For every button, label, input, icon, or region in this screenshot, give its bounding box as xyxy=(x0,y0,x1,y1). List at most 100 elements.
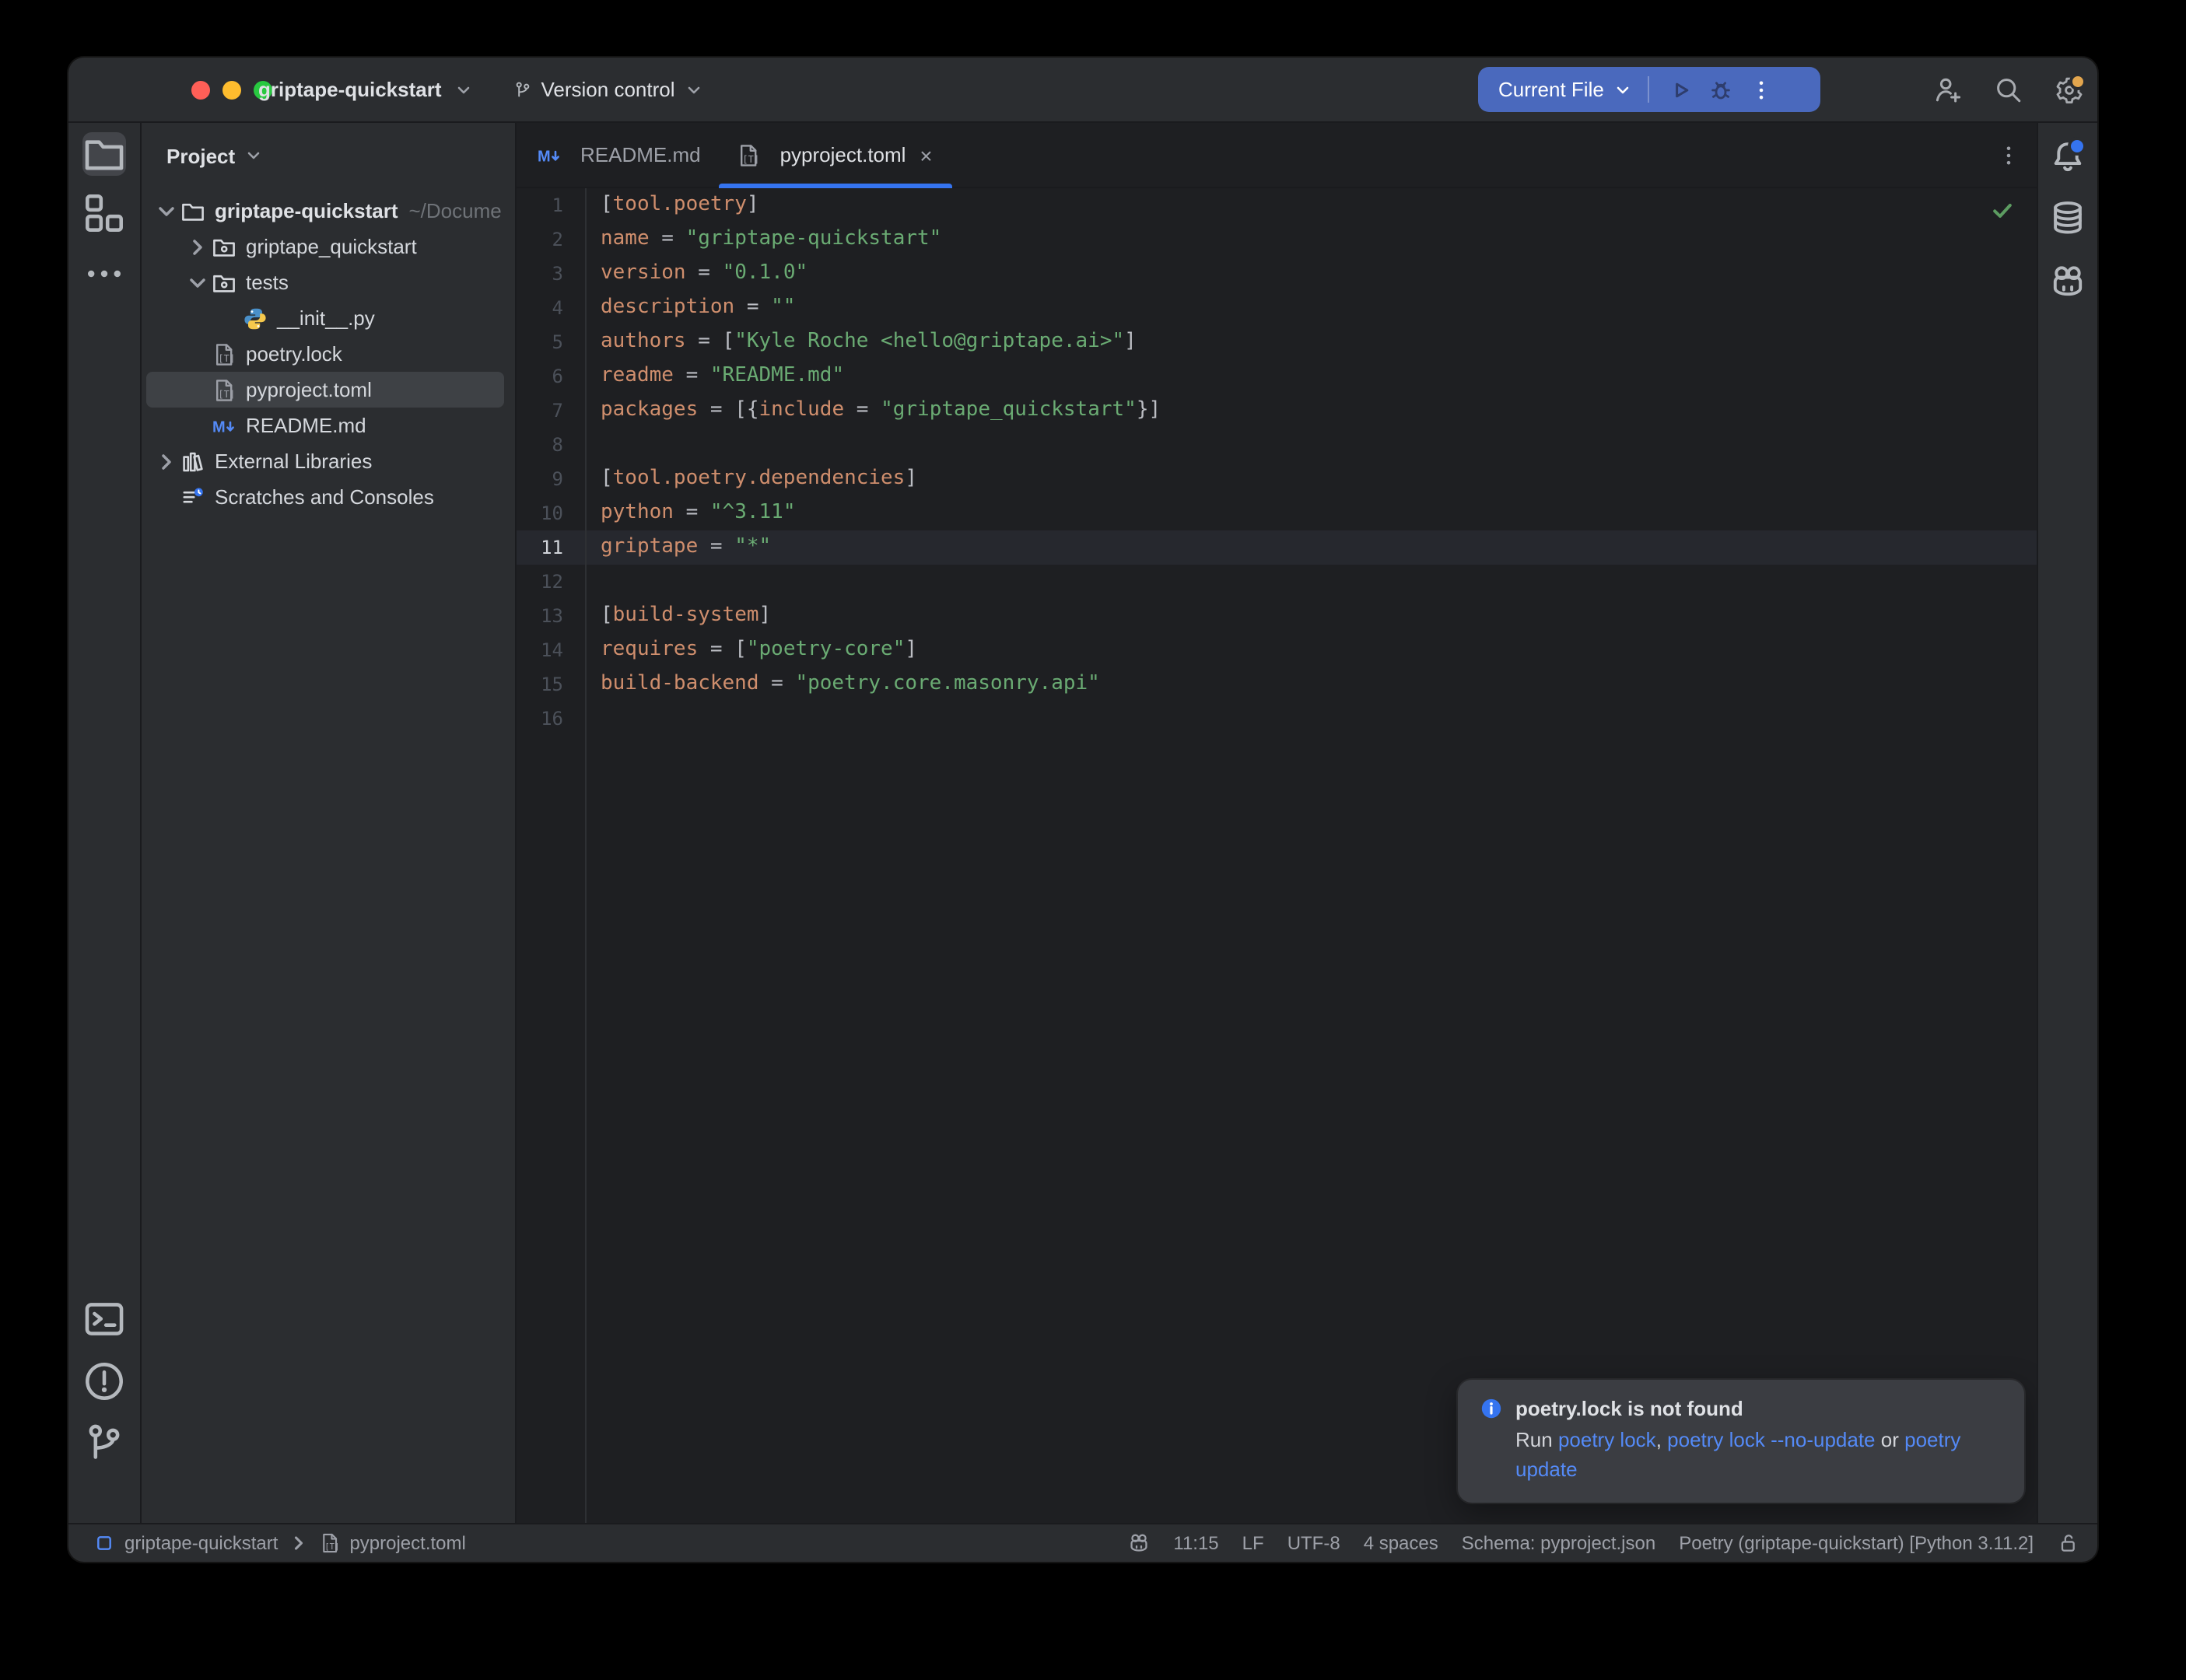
chevron-down-icon xyxy=(244,146,263,165)
tree-item--init-py[interactable]: __init__.py xyxy=(142,300,515,336)
run-more-options-button[interactable] xyxy=(1741,72,1781,107)
run-widget[interactable]: Current File xyxy=(1478,67,1820,112)
tree-item-label: tests xyxy=(246,271,289,294)
notification-link[interactable]: poetry lock xyxy=(1558,1428,1656,1451)
database-icon[interactable] xyxy=(2049,199,2086,236)
more-icon[interactable] xyxy=(82,252,126,296)
status-text: pyproject.toml xyxy=(349,1532,465,1554)
structure-icon[interactable] xyxy=(82,191,126,235)
status-text: griptape-quickstart xyxy=(124,1532,278,1554)
svg-text:[T]: [T] xyxy=(218,388,235,399)
tree-item-label: Scratches and Consoles xyxy=(215,485,434,509)
status-schema-[interactable]: Schema: pyproject.json xyxy=(1462,1532,1655,1554)
debug-button[interactable] xyxy=(1701,72,1741,107)
status-poetry[interactable]: Poetry (griptape-quickstart) [Python 3.1… xyxy=(1679,1532,2034,1554)
line-number: 7 xyxy=(517,394,563,428)
code-line-1: 1 [tool.poetry] xyxy=(517,188,2037,222)
tree-item-tests[interactable]: tests xyxy=(142,264,515,300)
code-text: [tool.poetry.dependencies] xyxy=(601,462,917,496)
divider xyxy=(1648,76,1649,103)
code-line-11: 11griptape = "*" xyxy=(517,530,2037,565)
tree-item-pyproject-toml[interactable]: [T]pyproject.toml xyxy=(142,372,515,408)
unlock-widget[interactable] xyxy=(2057,1532,2079,1554)
toml-widget[interactable]: [T] xyxy=(318,1532,340,1554)
svg-text:[T]: [T] xyxy=(218,352,235,363)
tree-item-griptape-quickstart[interactable]: griptape-quickstart~/Docume xyxy=(142,193,515,229)
status-utf-8[interactable]: UTF-8 xyxy=(1287,1532,1340,1554)
tab-readme-md[interactable]: MREADME.md xyxy=(520,123,716,187)
close-icon[interactable]: × xyxy=(915,144,937,166)
code-line-3: 3version = "0.1.0" xyxy=(517,257,2037,291)
vcs-branch-icon[interactable] xyxy=(82,1422,126,1465)
info-icon xyxy=(1480,1397,1503,1420)
settings-gear-icon[interactable] xyxy=(2054,74,2085,105)
notification-link[interactable]: poetry lock --no-update xyxy=(1667,1428,1875,1451)
line-number: 16 xyxy=(517,702,563,736)
crumb-chevron-icon xyxy=(287,1532,309,1554)
minimize-window-button[interactable] xyxy=(222,81,241,100)
line-number: 2 xyxy=(517,222,563,257)
line-number: 3 xyxy=(517,257,563,291)
tab-options-kebab-icon[interactable] xyxy=(1996,123,2021,187)
tree-item-griptape-quickstart[interactable]: griptape_quickstart xyxy=(142,229,515,264)
folder-icon xyxy=(179,198,207,223)
tree-item-readme-md[interactable]: MREADME.md xyxy=(142,408,515,443)
status-4[interactable]: 4 spaces xyxy=(1364,1532,1438,1554)
vcs-widget[interactable]: Version control xyxy=(513,78,703,101)
project-square-widget[interactable] xyxy=(93,1532,115,1554)
settings-notification-badge xyxy=(2069,72,2086,89)
code-line-14: 14requires = ["poetry-core"] xyxy=(517,633,2037,667)
tree-item-external-libraries[interactable]: External Libraries xyxy=(142,443,515,479)
status-pyproject-toml[interactable]: pyproject.toml xyxy=(349,1532,465,1554)
chevron-down-icon[interactable] xyxy=(185,270,210,295)
left-activity-bar xyxy=(68,123,142,1523)
git-branch-icon xyxy=(513,80,532,99)
run-button[interactable] xyxy=(1660,72,1701,107)
terminal-icon[interactable] xyxy=(82,1297,126,1341)
problems-icon[interactable] xyxy=(82,1360,126,1403)
crumb-chevron-widget[interactable] xyxy=(287,1532,309,1554)
ai-assistant-icon[interactable] xyxy=(2049,263,2086,300)
code-line-8: 8 xyxy=(517,428,2037,462)
scratches-icon xyxy=(179,485,207,509)
code-line-7: 7packages = [{include = "griptape_quicks… xyxy=(517,394,2037,428)
close-window-button[interactable] xyxy=(191,81,210,100)
status-griptape-quickstart[interactable]: griptape-quickstart xyxy=(124,1532,278,1554)
ai-assistant-widget[interactable] xyxy=(1128,1532,1150,1554)
project-panel-header[interactable]: Project xyxy=(142,123,515,188)
code-text: build-backend = "poetry.core.masonry.api… xyxy=(601,667,1100,702)
editor-column: MREADME.md[T]pyproject.toml× poetry.lock… xyxy=(517,123,2037,1523)
status-11-15[interactable]: 11:15 xyxy=(1173,1532,1218,1554)
tab-pyproject-toml[interactable]: [T]pyproject.toml× xyxy=(720,123,953,187)
search-icon[interactable] xyxy=(1993,74,2024,105)
status-lf[interactable]: LF xyxy=(1242,1532,1264,1554)
line-number: 1 xyxy=(517,188,563,222)
chevron-down-icon xyxy=(454,80,473,99)
tree-item-scratches-and-consoles[interactable]: Scratches and Consoles xyxy=(142,479,515,515)
markdown-icon: M xyxy=(210,413,238,438)
library-icon xyxy=(179,449,207,474)
add-user-icon[interactable] xyxy=(1932,74,1964,105)
code-line-9: 9[tool.poetry.dependencies] xyxy=(517,462,2037,496)
code-text: [tool.poetry] xyxy=(601,188,759,222)
bell-icon[interactable] xyxy=(2049,138,2086,176)
chevron-right-icon[interactable] xyxy=(185,234,210,259)
svg-text:[T]: [T] xyxy=(324,1542,339,1552)
line-number: 15 xyxy=(517,667,563,702)
code-line-6: 6readme = "README.md" xyxy=(517,359,2037,394)
folder-icon[interactable] xyxy=(82,132,126,176)
right-activity-bar xyxy=(2037,123,2097,1523)
chevron-right-icon[interactable] xyxy=(154,449,179,474)
code-line-12: 12 xyxy=(517,565,2037,599)
markdown-icon: M xyxy=(535,142,563,167)
tree-item-poetry-lock[interactable]: [T]poetry.lock xyxy=(142,336,515,372)
project-square-icon xyxy=(93,1532,115,1554)
toml-icon: [T] xyxy=(210,341,238,366)
status-bar: griptape-quickstart [T] pyproject.toml 11:… xyxy=(68,1523,2097,1562)
project-name-menu[interactable]: griptape-quickstart xyxy=(258,78,442,101)
run-config-selector[interactable]: Current File xyxy=(1498,78,1632,101)
chevron-down-icon[interactable] xyxy=(154,198,179,223)
code-editor[interactable]: poetry.lock is not found Run poetry lock… xyxy=(517,188,2037,1523)
status-breadcrumbs: griptape-quickstart [T] pyproject.toml xyxy=(93,1532,466,1554)
code-text: authors = ["Kyle Roche <hello@griptape.a… xyxy=(601,325,1137,359)
